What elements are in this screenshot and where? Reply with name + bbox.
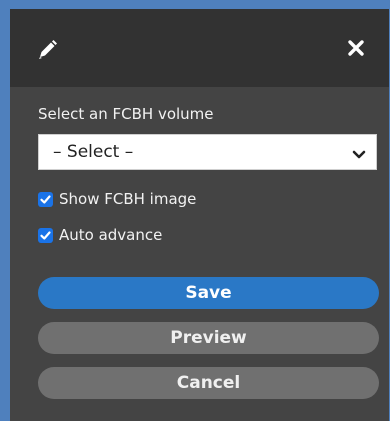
auto-advance-checkbox[interactable]: [38, 227, 53, 243]
volume-select-label: Select an FCBH volume: [38, 105, 214, 123]
cancel-button[interactable]: Cancel: [38, 367, 379, 399]
auto-advance-label: Auto advance: [59, 226, 163, 244]
auto-advance-option[interactable]: Auto advance: [38, 225, 162, 245]
pencil-icon: [34, 37, 60, 63]
volume-select-value: – Select –: [53, 142, 134, 162]
chevron-down-icon: [352, 146, 366, 159]
dialog-header: [10, 9, 389, 87]
fcbh-dialog: Select an FCBH volume – Select – Show FC…: [10, 9, 389, 421]
volume-select[interactable]: – Select –: [38, 134, 377, 170]
show-image-option[interactable]: Show FCBH image: [38, 189, 196, 209]
show-image-checkbox[interactable]: [38, 191, 53, 207]
close-icon[interactable]: [346, 38, 366, 58]
show-image-label: Show FCBH image: [59, 190, 197, 208]
preview-button[interactable]: Preview: [38, 322, 379, 354]
save-button[interactable]: Save: [38, 277, 379, 309]
